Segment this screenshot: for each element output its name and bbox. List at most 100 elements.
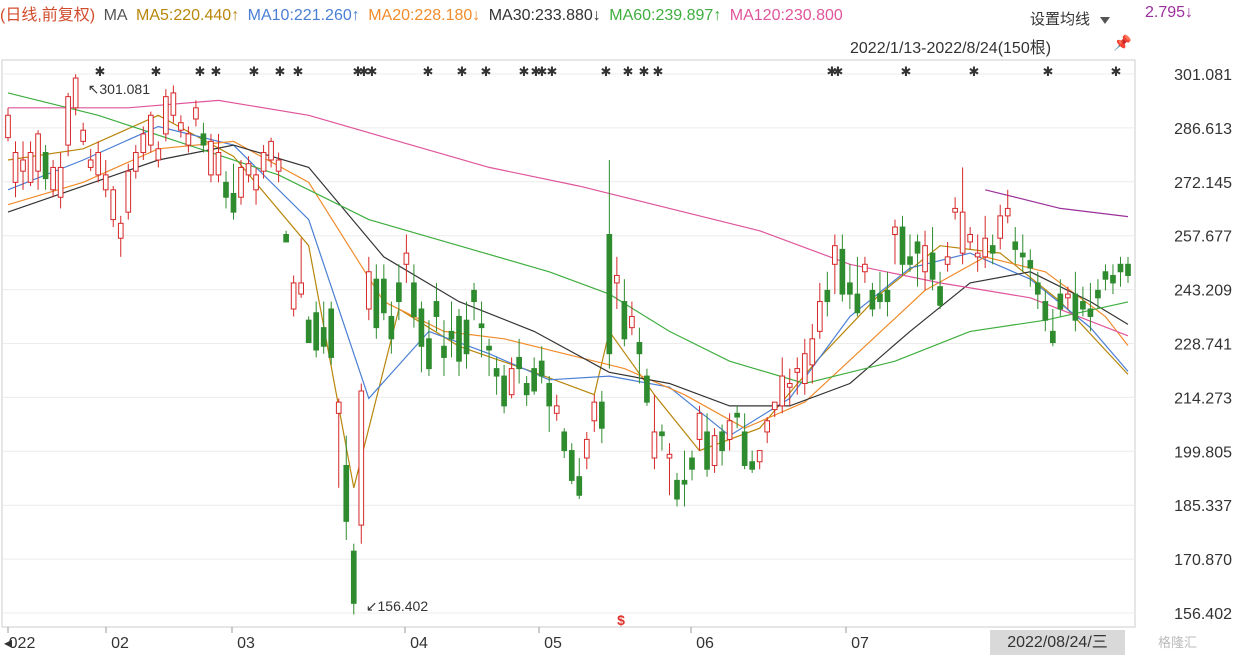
candle-down [313,312,320,351]
candle-down [636,342,643,355]
candle-down [538,360,545,377]
candle-up [208,140,214,176]
candle-down [388,315,395,340]
candle-up [764,420,771,433]
candle-up [163,96,169,135]
candle-down [937,286,943,306]
candle-up [27,152,34,183]
candle-down [343,464,350,522]
candle-down [644,375,650,403]
y-tick-label: 243.209 [1174,283,1232,300]
x-tick-label: 05 [544,635,562,652]
candle-down [1110,274,1116,284]
candle-down [659,431,665,437]
candle-down [877,293,883,303]
candle-down [598,401,605,429]
candle-down [305,319,312,344]
candle-up [365,271,372,310]
candle-up [666,453,673,459]
x-tick-label: 02 [111,635,129,652]
candle-down [471,289,477,303]
event-marker-icon: ✱ [653,64,664,79]
candle-up [298,282,304,295]
event-marker-icon: ✱ [969,64,980,79]
candle-up [779,375,786,407]
x-tick-label: 04 [410,635,428,652]
candle-up [403,252,410,265]
candle-up [967,233,973,243]
candle-up [117,222,124,239]
y-tick-label: 185.337 [1174,498,1232,515]
event-marker-icon: ✱ [1043,64,1054,79]
candle-down [463,319,470,355]
candle-down [734,412,740,418]
candle-down [1012,241,1019,250]
candle-down [1117,263,1124,273]
candle-up [268,140,274,161]
event-marker-icon: ✱ [249,64,260,79]
y-tick-label: 199.805 [1174,444,1232,461]
candle-up [726,420,733,440]
y-tick-label: 257.677 [1174,229,1232,246]
candlestick-chart[interactable]: 301.081 286.613 272.145 257.677 243.209 228.7… [0,0,1240,655]
candle-up [65,96,71,146]
candle-up [786,383,793,388]
event-marker-icon: ✱ [423,64,434,79]
candle-up [771,401,778,411]
candle-up [583,438,590,459]
candle-down [456,315,462,362]
candle-up [832,245,838,265]
candle-down [328,308,335,358]
candle-up [816,301,823,332]
candle-down [1019,252,1026,258]
candle-up [155,148,162,161]
cursor-date: 2022/08/24/三 [990,630,1125,655]
event-marker-icon: ✱ [195,64,206,79]
y-tick-label: 170.870 [1174,552,1232,569]
candle-down [418,308,425,347]
y-tick-label: 272.145 [1174,175,1232,192]
candle-down [561,431,568,452]
candle-up [147,114,154,146]
candle-down [1080,301,1086,310]
y-tick-label: 228.741 [1174,337,1232,354]
x-tick-label: 03 [237,635,255,652]
event-marker-icon: ✱ [639,64,650,79]
candle-up [982,237,989,258]
event-marker-icon: ✱ [547,64,558,79]
candle-down [523,383,530,396]
candle-down [546,383,553,407]
candle-down [411,282,417,317]
candle-up [651,431,658,459]
event-marker-icon: ✱ [293,64,304,79]
candle-down [501,375,507,407]
candle-up [132,152,139,172]
candle-down [283,233,289,243]
candle-down [847,282,853,295]
candle-up [95,152,102,176]
event-marker-icon: ✱ [275,64,286,79]
candle-down [824,289,831,303]
candle-up [553,405,560,414]
event-marker-icon: ✱ [151,64,162,79]
candle-up [125,170,132,213]
candle-up [50,166,56,191]
candle-up [629,315,635,329]
event-marker-icon: ✱ [457,64,468,79]
candle-up [275,159,282,172]
candle-down [223,181,229,198]
candle-down [396,282,402,303]
candle-down [741,431,748,466]
candle-down [1057,293,1064,310]
candle-down [621,301,628,340]
candle-up [809,338,816,366]
candle-down [433,301,440,317]
candle-up [5,114,11,139]
candle-up [508,368,515,396]
candle-down [576,476,583,496]
candle-up [892,226,898,235]
event-marker-icon: ✱ [833,64,844,79]
candle-up [614,274,620,284]
candle-down [1050,330,1056,344]
candle-up [997,215,1004,239]
